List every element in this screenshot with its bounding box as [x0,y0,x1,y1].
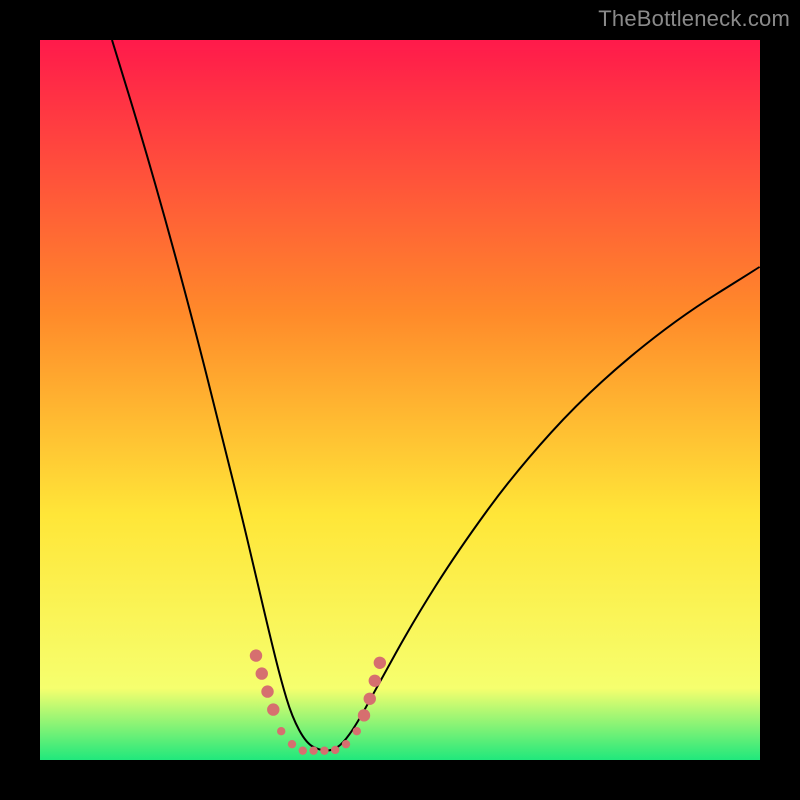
trough-marker [288,740,296,748]
trough-marker [256,667,268,679]
trough-marker [364,693,376,705]
trough-marker [353,727,361,735]
trough-marker [320,746,328,754]
outer-frame: TheBottleneck.com [0,0,800,800]
trough-marker [342,740,350,748]
trough-marker [299,746,307,754]
plot-area [40,40,760,760]
trough-marker [250,649,262,661]
trough-marker [261,685,273,697]
trough-marker [331,746,339,754]
trough-marker [309,746,317,754]
trough-marker [369,675,381,687]
gradient-background [40,40,760,760]
trough-marker [277,727,285,735]
trough-marker [267,703,279,715]
trough-marker [358,709,370,721]
chart-svg [40,40,760,760]
watermark-text: TheBottleneck.com [598,6,790,32]
trough-marker [374,657,386,669]
